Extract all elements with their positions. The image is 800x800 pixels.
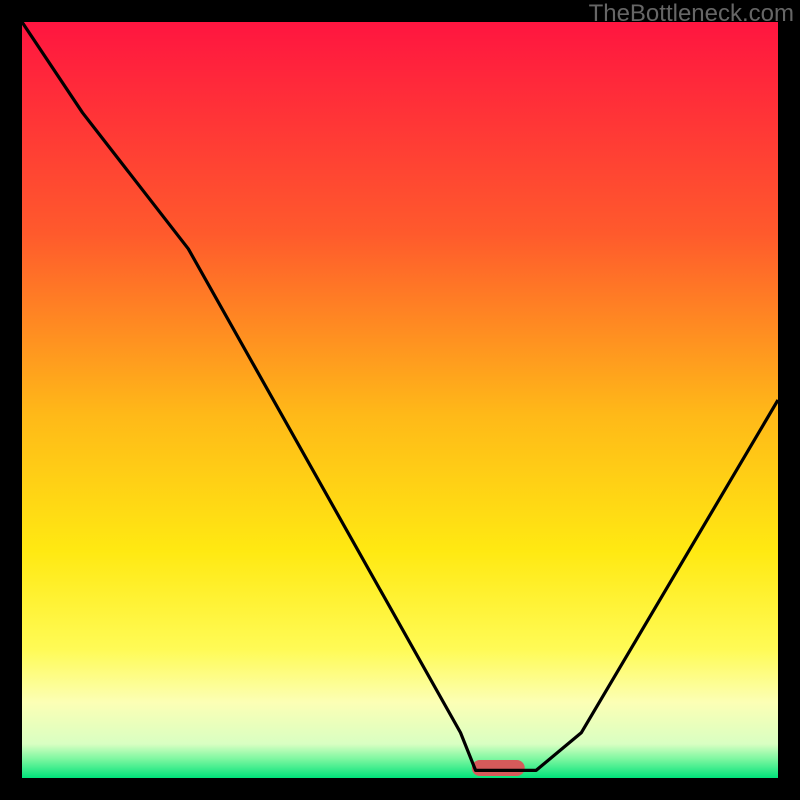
plot-area	[22, 22, 778, 778]
gradient-background	[22, 22, 778, 778]
chart-svg	[22, 22, 778, 778]
optimal-marker	[472, 760, 525, 776]
chart-frame: TheBottleneck.com	[0, 0, 800, 800]
